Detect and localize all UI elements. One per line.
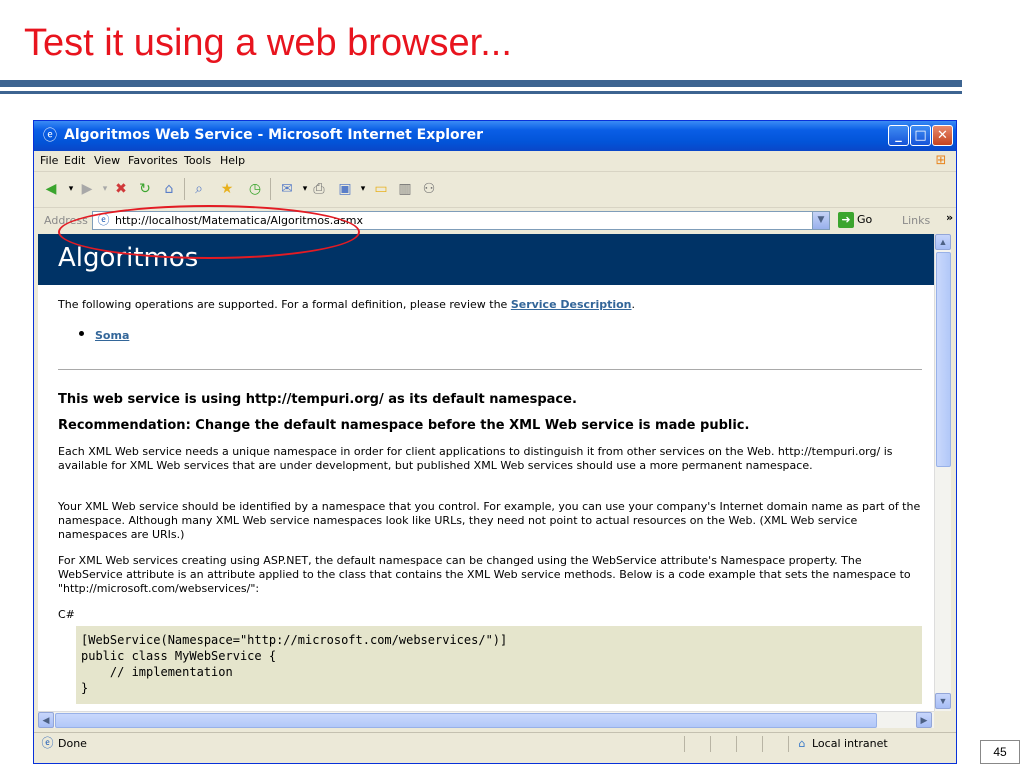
menu-view[interactable]: View (94, 154, 120, 167)
research-icon[interactable]: ▥ (396, 180, 414, 198)
refresh-icon[interactable]: ↻ (136, 180, 154, 198)
close-button[interactable]: ✕ (932, 125, 953, 146)
ie-app-icon: ⓔ (43, 128, 57, 144)
local-intranet-icon: ⌂ (798, 737, 806, 750)
recommendation-heading: Recommendation: Change the default names… (58, 418, 750, 433)
menu-tools[interactable]: Tools (184, 154, 211, 167)
code-line: public class MyWebService { (81, 649, 277, 663)
links-chevron-icon[interactable]: » (946, 211, 953, 224)
status-separator (788, 736, 789, 752)
menu-bar: File Edit View Favorites Tools Help ⊞ (34, 151, 956, 171)
toolbar-separator (184, 178, 185, 200)
scroll-up-icon[interactable]: ▲ (935, 234, 951, 250)
search-icon[interactable]: ⌕ (190, 180, 208, 198)
scrollbar-corner (934, 711, 951, 728)
horizontal-scrollbar[interactable]: ◀ ▶ (38, 711, 934, 728)
links-label[interactable]: Links (902, 214, 930, 227)
menu-help[interactable]: Help (220, 154, 245, 167)
annotation-ellipse (58, 205, 360, 259)
mail-icon[interactable]: ✉ (278, 180, 296, 198)
stop-icon[interactable]: ✖ (112, 180, 130, 198)
scroll-right-icon[interactable]: ▶ (916, 712, 932, 728)
vertical-scrollbar[interactable]: ▲ ▼ (934, 234, 951, 711)
code-line: // implementation (81, 665, 233, 679)
title-rule-thin (0, 91, 962, 94)
paragraph-1: Each XML Web service needs a unique name… (58, 445, 893, 472)
toolbar: ◀ ▾ ▶ ▾ ✖ ↻ ⌂ ⌕ ★ ◷ ✉ ▾ ⎙ ▣ ▾ ▭ ▥ ⚇ (34, 171, 956, 207)
discuss-icon[interactable]: ▭ (372, 180, 390, 198)
status-separator (736, 736, 737, 752)
forward-icon[interactable]: ▶ (78, 180, 96, 198)
edit-dropdown-icon[interactable]: ▾ (354, 180, 372, 198)
scroll-left-icon[interactable]: ◀ (38, 712, 54, 728)
window-titlebar[interactable]: ⓔ Algoritmos Web Service - Microsoft Int… (34, 121, 956, 151)
maximize-button[interactable]: □ (910, 125, 931, 146)
status-bar: ⓔ Done ⌂ Local intranet (34, 732, 956, 754)
home-icon[interactable]: ⌂ (160, 180, 178, 198)
menu-file[interactable]: File (40, 154, 58, 167)
status-separator (684, 736, 685, 752)
back-icon[interactable]: ◀ (42, 180, 60, 198)
messenger-icon[interactable]: ⚇ (420, 180, 438, 198)
address-dropdown-icon[interactable]: ▼ (812, 212, 829, 229)
minimize-button[interactable]: _ (888, 125, 909, 146)
horizontal-scroll-thumb[interactable] (55, 713, 877, 728)
toolbar-separator (270, 178, 271, 200)
divider (58, 369, 922, 370)
paragraph-2: Your XML Web service should be identifie… (58, 500, 921, 541)
print-icon[interactable]: ⎙ (310, 180, 328, 198)
code-line: [WebService(Namespace="http://microsoft.… (81, 633, 508, 647)
status-separator (762, 736, 763, 752)
slide-title: Test it using a web browser... (24, 22, 512, 64)
go-button[interactable]: ➜ Go (838, 212, 872, 230)
slide-page-number: 45 (980, 740, 1020, 764)
edit-icon[interactable]: ▣ (336, 180, 354, 198)
favorites-icon[interactable]: ★ (218, 180, 236, 198)
zone-text: Local intranet (812, 737, 888, 750)
title-rule-thick (0, 80, 962, 87)
code-line: } (81, 681, 89, 695)
menu-favorites[interactable]: Favorites (128, 154, 178, 167)
code-example: [WebService(Namespace="http://microsoft.… (76, 626, 922, 704)
bullet-dot (79, 331, 84, 336)
menu-edit[interactable]: Edit (64, 154, 85, 167)
scroll-down-icon[interactable]: ▼ (935, 693, 951, 709)
service-description-link[interactable]: Service Description (511, 298, 632, 311)
history-icon[interactable]: ◷ (246, 180, 264, 198)
language-label: C# (58, 608, 75, 621)
windows-logo-icon: ⊞ (935, 153, 947, 168)
status-separator (710, 736, 711, 752)
go-label: Go (857, 213, 873, 226)
vertical-scroll-thumb[interactable] (936, 252, 951, 467)
page-status-icon: ⓔ (41, 736, 54, 750)
intro-text: The following operations are supported. … (58, 298, 636, 311)
operation-link-soma[interactable]: Soma (95, 329, 129, 342)
go-arrow-icon: ➜ (838, 212, 854, 228)
namespace-heading: This web service is using http://tempuri… (58, 392, 577, 407)
status-text: Done (58, 737, 87, 750)
window-title: Algoritmos Web Service - Microsoft Inter… (64, 127, 483, 143)
paragraph-3: For XML Web services creating using ASP.… (58, 554, 911, 595)
page-content: Algoritmos The following operations are … (38, 234, 934, 711)
